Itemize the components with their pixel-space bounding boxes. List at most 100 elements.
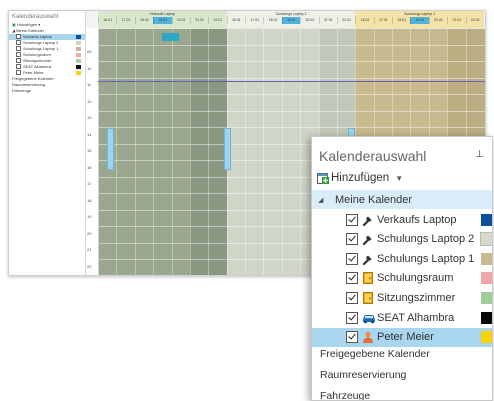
calendar-checkbox[interactable] (346, 311, 358, 324)
calendar-checkbox[interactable] (346, 233, 358, 246)
add-calendar-button[interactable]: Hinzufügen ▼ (317, 169, 403, 187)
mini-day-column[interactable] (189, 28, 210, 275)
mini-day-column[interactable] (153, 28, 173, 275)
mini-checkbox[interactable] (16, 46, 21, 52)
mini-date-label[interactable]: 21.01 (318, 17, 337, 24)
calendar-color-swatch[interactable] (481, 213, 492, 226)
mini-date-label[interactable]: 22.01 (336, 17, 355, 24)
mini-date-label[interactable]: 17.01 (116, 17, 134, 24)
mini-date-label[interactable]: 19.01 (153, 17, 172, 24)
mini-day-column[interactable] (171, 28, 191, 275)
mini-calendar-label: Sitzungszimmer (23, 58, 52, 63)
calendar-color-swatch[interactable] (481, 311, 492, 324)
mini-add-label: Hinzufügen (16, 22, 38, 27)
other-calendar-raumreservierung[interactable]: Raumreservierung (320, 366, 406, 384)
mini-event-block[interactable] (162, 33, 179, 41)
mini-calendar-label: SEAT Alhambra (23, 64, 52, 69)
mini-date-label[interactable]: 17.01 (245, 17, 263, 24)
other-calendar-freigegebene-kalender[interactable]: Freigegebene Kalender (320, 345, 430, 363)
mini-color-swatch (76, 47, 81, 51)
mini-date-row: 16.01 17.01 18.01 19.01 20.01 21.01 22.01 (355, 17, 484, 24)
calendar-checkbox[interactable] (346, 252, 358, 265)
laptop-tool-icon (362, 233, 374, 246)
group-label: Meine Kalender (335, 193, 413, 206)
calendar-checkbox[interactable] (346, 272, 358, 285)
chevron-down-icon[interactable]: ▼ (395, 174, 403, 183)
calendar-checkbox[interactable] (346, 213, 358, 226)
mini-hour-label: 11 (87, 82, 92, 87)
calendar-color-swatch[interactable] (480, 232, 492, 247)
mini-hour-label: 10 (87, 65, 92, 71)
mini-hour-label: 19 (87, 214, 92, 219)
mini-date-label[interactable]: 20.01 (300, 17, 318, 24)
mini-hour-label: 12 (87, 98, 92, 104)
tree-group-meine-kalender[interactable]: ◢ Meine Kalender (312, 190, 492, 209)
calendar-color-swatch[interactable] (481, 291, 492, 304)
mini-date-label[interactable]: 18.01 (392, 17, 410, 24)
laptop-tool-icon (362, 214, 374, 226)
mini-other-item[interactable]: Fahrzeuge (9, 88, 85, 94)
mini-checkbox[interactable] (16, 70, 21, 76)
mini-date-label[interactable]: 16.01 (98, 17, 116, 24)
mini-checkbox[interactable] (16, 64, 21, 70)
mini-side-tab[interactable] (224, 128, 231, 170)
calendar-color-swatch[interactable] (481, 331, 492, 344)
mini-calendar-label: Schulungsraum (23, 52, 51, 57)
mini-group-label: Meine Kalender (16, 28, 45, 33)
mini-calendar-group-header: Verkaufs Laptop 16.01 17.01 18.01 19.01 20.01… (98, 11, 227, 28)
mini-color-swatch (76, 59, 81, 63)
mini-day-column[interactable] (134, 28, 155, 275)
mini-date-label[interactable]: 21.01 (447, 17, 465, 24)
mini-date-label[interactable]: 19.01 (281, 17, 301, 24)
calendar-label: Schulungs Laptop 1 (377, 252, 475, 265)
mini-side-tab[interactable] (107, 128, 114, 170)
room-door-icon (362, 272, 374, 285)
mini-date-label[interactable]: 19.01 (410, 17, 429, 24)
mini-calendar-label: Schulungs Laptop 2 (23, 40, 59, 45)
calendar-item-sitzungszimmer[interactable]: Sitzungszimmer (312, 288, 492, 307)
calendar-checkbox[interactable] (346, 331, 358, 344)
mini-date-label[interactable]: 18.01 (263, 17, 281, 24)
mini-hour-label: 22 (87, 263, 92, 269)
mini-hour-label: 18 (87, 197, 92, 203)
mini-date-label[interactable]: 17.01 (373, 17, 392, 24)
pin-icon[interactable]: ⊥ (475, 149, 484, 160)
mini-date-label[interactable]: 22.01 (208, 17, 226, 24)
mini-color-swatch (76, 53, 81, 57)
calendar-color-swatch[interactable] (481, 252, 492, 265)
collapse-triangle-icon[interactable]: ◢ (318, 196, 323, 204)
calendar-item-peter-meier[interactable]: Peter Meier (312, 327, 492, 347)
calendar-label: Schulungs Laptop 2 (377, 233, 475, 246)
calendar-item-schulungs-laptop-1[interactable]: Schulungs Laptop 1 (312, 249, 492, 268)
calendar-checkbox[interactable] (346, 291, 358, 304)
mini-sidebar-title: Kalenderauswahl (12, 14, 59, 20)
mini-hour-label: 20 (87, 230, 92, 236)
mini-calendar-header: Verkaufs Laptop 16.01 17.01 18.01 19.01 20.01… (86, 11, 485, 29)
mini-other-list: Freigegebene Kalender Raumreservierung Fah… (9, 76, 85, 94)
laptop-tool-icon (362, 253, 374, 265)
mini-checkbox[interactable] (16, 52, 21, 58)
mini-color-swatch (76, 71, 81, 75)
add-calendar-icon (317, 172, 329, 184)
mini-color-swatch (76, 65, 81, 69)
calendar-item-schulungs-laptop-2[interactable]: Schulungs Laptop 2 (312, 230, 492, 249)
mini-date-label[interactable]: 21.01 (189, 17, 208, 24)
mini-date-label[interactable]: 20.01 (171, 17, 190, 24)
calendar-color-swatch[interactable] (481, 272, 492, 285)
mini-date-label[interactable]: 16.01 (226, 17, 245, 24)
mini-day-column[interactable] (116, 28, 136, 275)
mini-checkbox[interactable] (16, 58, 21, 64)
calendar-item-schulungsraum[interactable]: Schulungsraum (312, 269, 492, 288)
calendar-item-seat-alhambra[interactable]: SEAT Alhambra (312, 308, 492, 327)
calendar-item-verkaufs-laptop[interactable]: Verkaufs Laptop (312, 210, 492, 229)
mini-date-label[interactable]: 16.01 (355, 17, 373, 24)
mini-day-column[interactable] (245, 28, 265, 275)
mini-day-column[interactable] (263, 28, 283, 275)
mini-checkbox[interactable] (16, 40, 21, 46)
mini-date-label[interactable]: 22.01 (465, 17, 484, 24)
mini-checkbox[interactable] (16, 34, 21, 40)
mini-date-label[interactable]: 18.01 (134, 17, 153, 24)
mini-day-column[interactable] (281, 28, 302, 275)
mini-hour-line (98, 28, 485, 29)
mini-date-label[interactable]: 20.01 (428, 17, 447, 24)
